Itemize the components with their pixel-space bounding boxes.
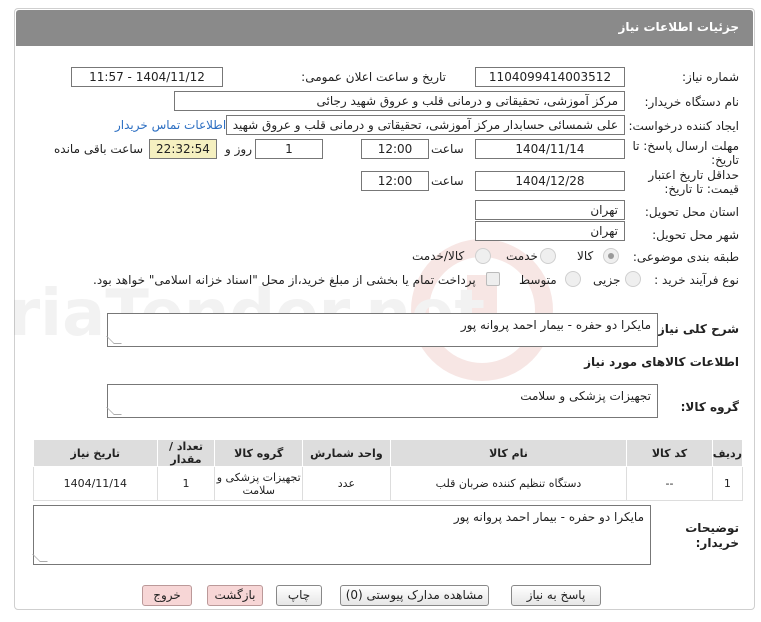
category-option-both: کالا/خدمت <box>412 249 465 263</box>
items-table: ردیف کد کالا نام کالا واحد شمارش گروه کا… <box>33 439 744 501</box>
announce-label: تاریخ و ساعت اعلان عمومی: <box>301 70 446 84</box>
summary-text: مایکرا دو حفره - بیمار احمد پروانه پور <box>460 318 651 332</box>
category-option-service: خدمت <box>506 249 538 263</box>
cell-goods-group: تجهیزات پزشکی و سلامت <box>214 466 304 501</box>
validity-label-2: قیمت: تا تاریخ: <box>664 182 739 196</box>
header-item-code: کد کالا <box>626 439 713 467</box>
resize-grip-icon[interactable] <box>106 407 122 415</box>
requester-field: علی شمسائی حسابدار مرکز آموزشی، تحقیقاتی… <box>226 115 625 135</box>
category-radio-service[interactable] <box>540 248 556 264</box>
reply-time-field: 12:00 <box>361 139 429 159</box>
need-number-label: شماره نیاز: <box>682 70 739 84</box>
buyer-label: نام دستگاه خریدار: <box>644 95 740 109</box>
category-radio-goods[interactable] <box>603 248 619 264</box>
table-header-row: ردیف کد کالا نام کالا واحد شمارش گروه کا… <box>33 439 744 467</box>
summary-label: شرح کلی نیاز: <box>653 322 739 336</box>
process-radio-medium[interactable] <box>565 271 581 287</box>
cell-item-code: -- <box>626 466 713 501</box>
goods-section-title: اطلاعات کالاهای مورد نیاز <box>584 355 739 369</box>
attachments-button[interactable]: مشاهده مدارک پیوستی (0) <box>340 585 489 606</box>
days-label: روز و <box>225 142 252 156</box>
city-label: شهر محل تحویل: <box>652 228 739 242</box>
validity-time-field: 12:00 <box>361 171 429 191</box>
process-option-medium: متوسط <box>519 273 557 287</box>
reply-date-field: 1404/11/14 <box>475 139 625 159</box>
panel-title: جزئیات اطلاعات نیاز <box>618 20 739 34</box>
goods-group-text: تجهیزات پزشکی و سلامت <box>520 389 651 403</box>
province-field: تهران <box>475 200 625 220</box>
contact-buyer-link[interactable]: اطلاعات تماس خریدار <box>115 118 226 132</box>
validity-date-field: 1404/12/28 <box>475 171 625 191</box>
announce-field: 1404/11/12 - 11:57 <box>71 67 223 87</box>
category-option-goods: کالا <box>577 249 594 263</box>
cell-item-name: دستگاه تنظیم کننده ضربان قلب <box>389 466 628 501</box>
cell-quantity: 1 <box>156 466 216 501</box>
days-field: 1 <box>255 139 323 159</box>
resize-grip-icon[interactable] <box>32 554 48 562</box>
cell-need-date: 1404/11/14 <box>33 466 158 501</box>
header-unit: واحد شمارش <box>302 439 391 467</box>
process-label: نوع فرآیند خرید : <box>654 273 739 287</box>
header-need-date: تاریخ نیاز <box>33 439 158 467</box>
process-radio-minor[interactable] <box>625 271 641 287</box>
buyer-notes-label: توضیحات <box>685 521 739 535</box>
buyer-notes-label-2: خریدار: <box>695 536 739 550</box>
buyer-notes-text: مایکرا دو حفره - بیمار احمد پروانه پور <box>453 510 644 524</box>
print-button[interactable]: چاپ <box>276 585 322 606</box>
province-label: استان محل تحویل: <box>644 205 739 219</box>
reply-button[interactable]: پاسخ به نیاز <box>511 585 601 606</box>
treasury-note: پرداخت تمام یا بخشی از مبلغ خرید،از محل … <box>93 273 476 287</box>
category-radio-both[interactable] <box>475 248 491 264</box>
buyer-field: مرکز آموزشی، تحقیقاتی و درمانی قلب و عرو… <box>174 91 625 111</box>
process-option-minor: جزیی <box>593 273 621 287</box>
treasury-checkbox[interactable] <box>486 272 500 286</box>
validity-label: حداقل تاریخ اعتبار <box>648 168 739 182</box>
table-row: 1 -- دستگاه تنظیم کننده ضربان قلب عدد تج… <box>33 466 744 501</box>
validity-time-label: ساعت <box>431 174 464 188</box>
buyer-notes-textarea[interactable]: مایکرا دو حفره - بیمار احمد پروانه پور <box>32 505 651 565</box>
header-item-name: نام کالا <box>389 439 628 467</box>
resize-grip-icon[interactable] <box>106 336 122 344</box>
requester-label: ایجاد کننده درخواست: <box>628 119 739 133</box>
cell-unit: عدد <box>302 466 391 501</box>
cell-row-number: 1 <box>711 466 744 501</box>
goods-group-textarea[interactable]: تجهیزات پزشکی و سلامت <box>106 384 658 418</box>
city-field: تهران <box>475 221 625 241</box>
back-button[interactable]: بازگشت <box>207 585 263 606</box>
exit-button[interactable]: خروج <box>142 585 192 606</box>
panel-header: جزئیات اطلاعات نیاز <box>16 10 753 46</box>
header-goods-group: گروه کالا <box>214 439 304 467</box>
header-quantity: تعداد / مقدار <box>156 439 216 467</box>
summary-textarea[interactable]: مایکرا دو حفره - بیمار احمد پروانه پور <box>106 313 658 347</box>
reply-deadline-label: مهلت ارسال پاسخ: تا <box>632 139 739 153</box>
header-row-number: ردیف <box>711 439 744 467</box>
goods-group-label: گروه کالا: <box>680 400 739 414</box>
need-number-field: 1104099414003512 <box>475 67 625 87</box>
reply-deadline-label-2: تاریخ: <box>711 153 739 167</box>
category-label: طبقه بندی موضوعی: <box>632 250 739 264</box>
remaining-time-field: 22:32:54 <box>149 139 217 159</box>
reply-time-label: ساعت <box>431 142 464 156</box>
remaining-label: ساعت باقی مانده <box>54 142 144 156</box>
